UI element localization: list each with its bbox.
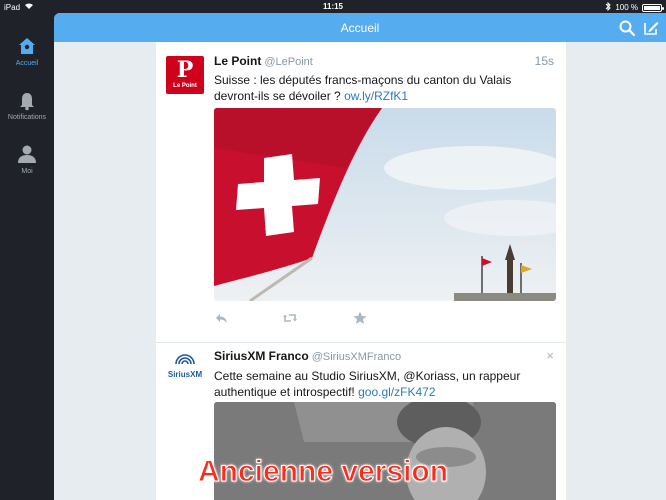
sidebar-item-label: Notifications <box>7 114 47 121</box>
main-panel: Accueil P Le Point Le Point@LePoint 15s <box>54 13 666 500</box>
handle[interactable]: @LePoint <box>264 56 312 68</box>
sidebar-item-notifications[interactable]: Notifications <box>0 89 54 121</box>
tweet-actions <box>214 310 414 326</box>
sidebar-item-label: Accueil <box>15 60 39 67</box>
status-time: 11:15 <box>322 2 344 11</box>
sidebar-item-accueil[interactable]: Accueil <box>0 35 54 67</box>
home-icon <box>16 35 38 57</box>
timeline: P Le Point Le Point @LePoint 15s Suisse :… <box>156 42 566 500</box>
timestamp: 15s <box>534 54 554 68</box>
status-bar: iPad 11:15 100 % <box>0 0 666 13</box>
tweet-header: Le Point @LePoint <box>214 54 313 68</box>
bell-icon <box>16 89 38 111</box>
sidebar-item-label: Moi <box>21 168 33 175</box>
search-icon[interactable] <box>618 19 636 37</box>
avatar-caption: SiriusXM <box>167 370 203 379</box>
sidebar-item-moi[interactable]: Moi <box>0 143 54 175</box>
sidebar: Accueil Notifications Moi <box>0 13 54 500</box>
swiss-flag-photo <box>214 108 556 301</box>
retweet-icon[interactable] <box>282 310 298 326</box>
status-right: 100 % <box>605 1 664 13</box>
dismiss-button[interactable]: × <box>546 348 554 363</box>
person-icon <box>16 143 38 165</box>
bluetooth-icon <box>605 1 612 13</box>
siriusxm-logo-icon <box>175 354 195 365</box>
tweet-item[interactable]: P Le Point Le Point @LePoint 15s Suisse :… <box>156 42 566 343</box>
battery-icon <box>642 3 664 12</box>
avatar[interactable]: SiriusXM <box>166 350 204 388</box>
tweet-image[interactable] <box>214 108 556 301</box>
tweet-text: Cette semaine au Studio SiriusXM, @Koria… <box>214 368 554 400</box>
tweet-header: SiriusXM Franco @SiriusXMFranco <box>214 349 401 363</box>
tweet-text: Suisse : les députés francs-maçons du ca… <box>214 72 554 104</box>
display-name[interactable]: SiriusXM Franco <box>214 349 309 363</box>
display-name[interactable]: Le Point <box>214 54 261 68</box>
tweet-link[interactable]: ow.ly/RZfK1 <box>344 89 408 103</box>
favorite-star-icon[interactable] <box>352 310 368 326</box>
top-bar: Accueil <box>54 13 666 42</box>
reply-icon[interactable] <box>214 310 230 326</box>
page-title: Accueil <box>340 21 380 35</box>
handle[interactable]: @SiriusXMFranco <box>312 351 401 363</box>
overlay-caption: Ancienne version <box>197 455 449 489</box>
avatar[interactable]: P Le Point <box>166 56 204 94</box>
avatar-caption: Le Point <box>173 83 197 89</box>
compose-icon[interactable] <box>642 19 660 37</box>
tweet-link[interactable]: goo.gl/zFK472 <box>358 385 435 399</box>
battery-percent: 100 % <box>615 3 638 12</box>
avatar-letter: P <box>176 57 194 83</box>
